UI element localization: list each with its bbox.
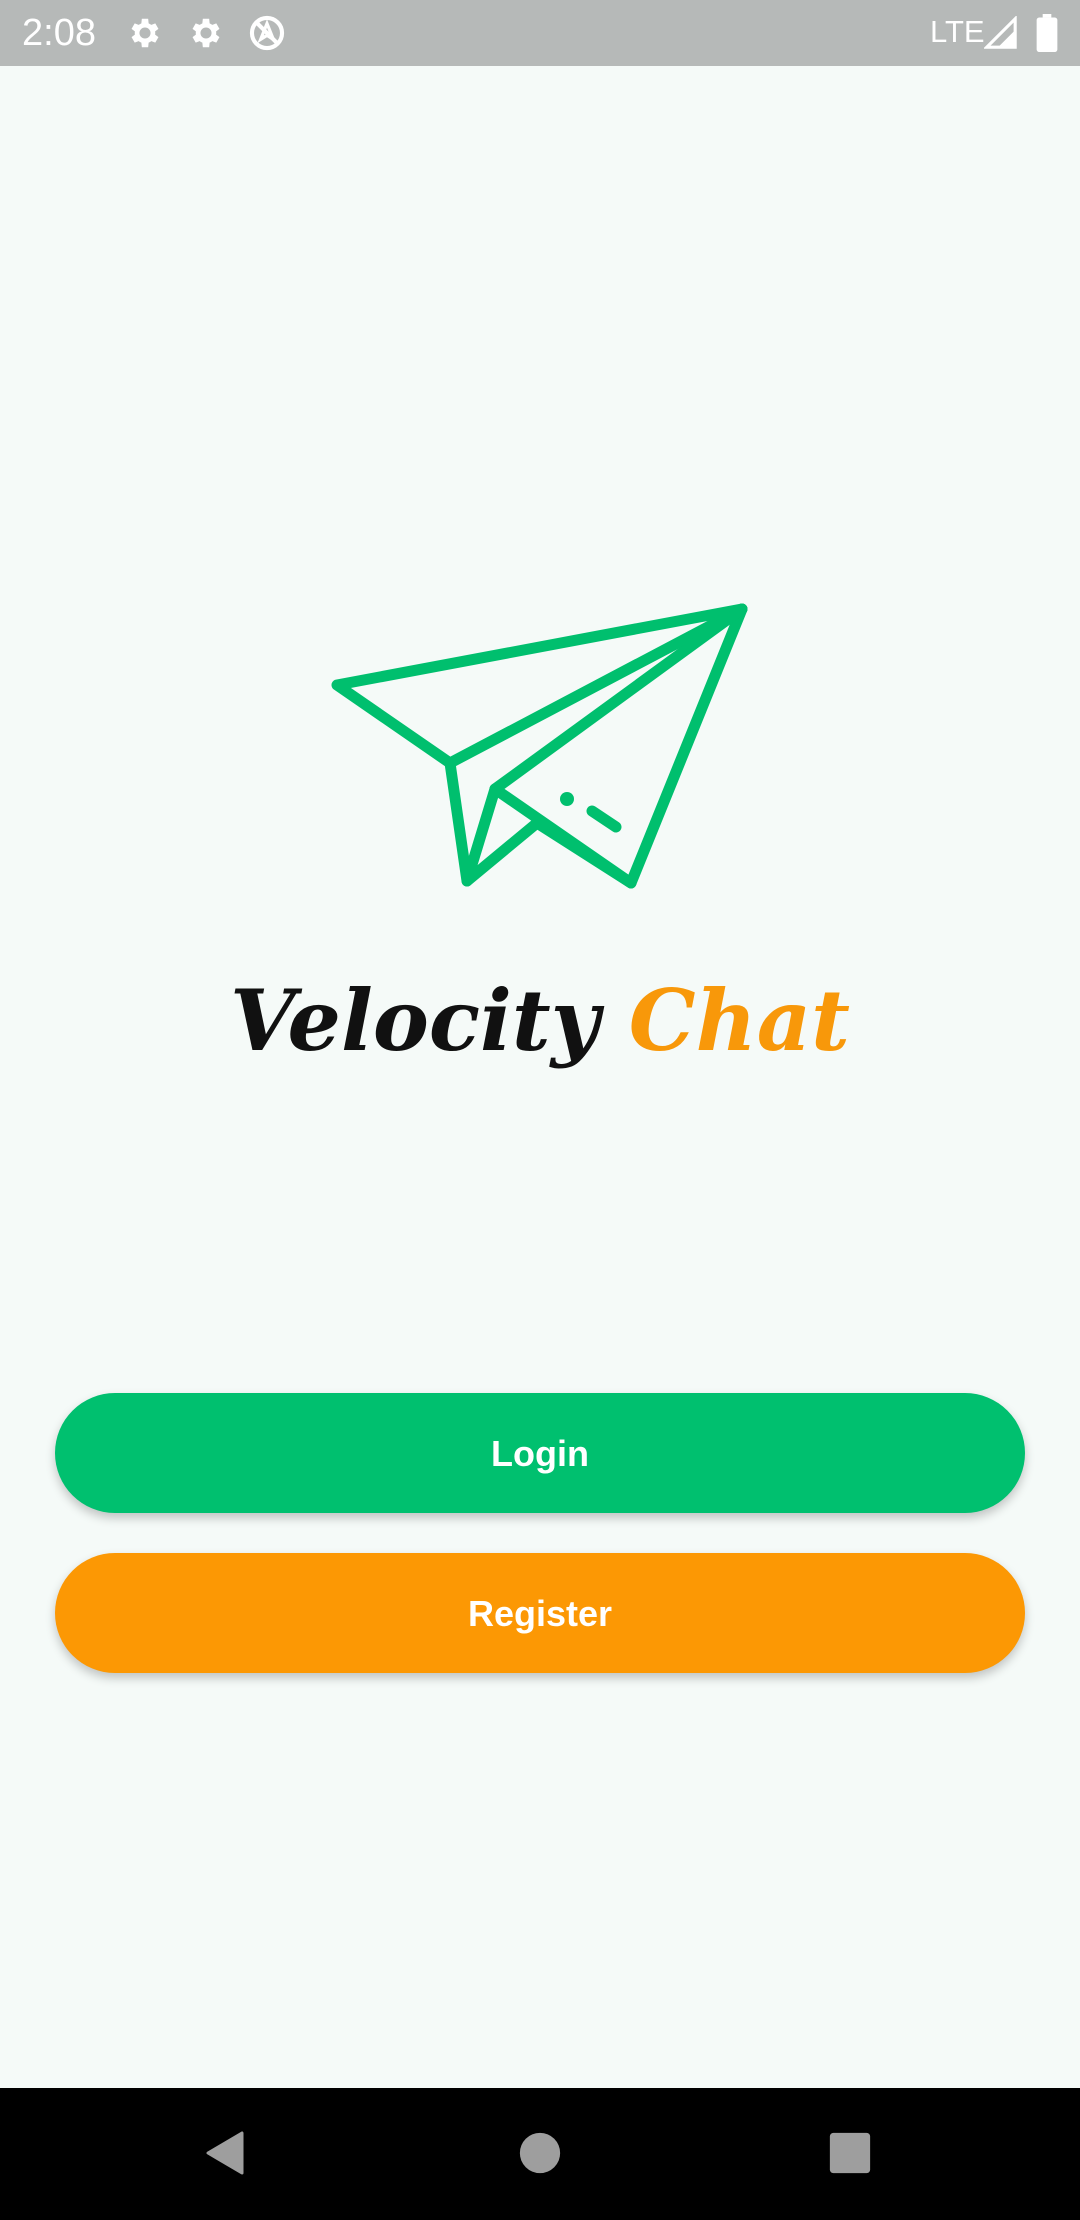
- status-time: 2:08: [22, 12, 96, 54]
- home-icon[interactable]: [519, 2132, 561, 2174]
- status-bar: 2:08 LTE: [0, 0, 1080, 66]
- paper-plane-icon: [331, 603, 748, 889]
- recents-icon[interactable]: [829, 2132, 871, 2174]
- main-content: Velocity Chat: [0, 66, 1080, 2086]
- gear-icon: [131, 18, 159, 48]
- navigation-bar: [0, 2088, 1080, 2220]
- network-type-label: LTE: [930, 14, 985, 49]
- app-title-second-word: Chat: [628, 971, 850, 1070]
- login-button[interactable]: Login: [55, 1393, 1025, 1513]
- app-title-first-word: Velocity: [230, 971, 600, 1070]
- back-icon[interactable]: [202, 2128, 250, 2178]
- register-button[interactable]: Register: [55, 1553, 1025, 1673]
- app-title: Velocity Chat: [0, 966, 1080, 1076]
- battery-icon: [1036, 14, 1058, 52]
- gear-icon: [192, 18, 220, 48]
- no-location-icon: [249, 15, 285, 51]
- signal-icon: [984, 16, 1017, 49]
